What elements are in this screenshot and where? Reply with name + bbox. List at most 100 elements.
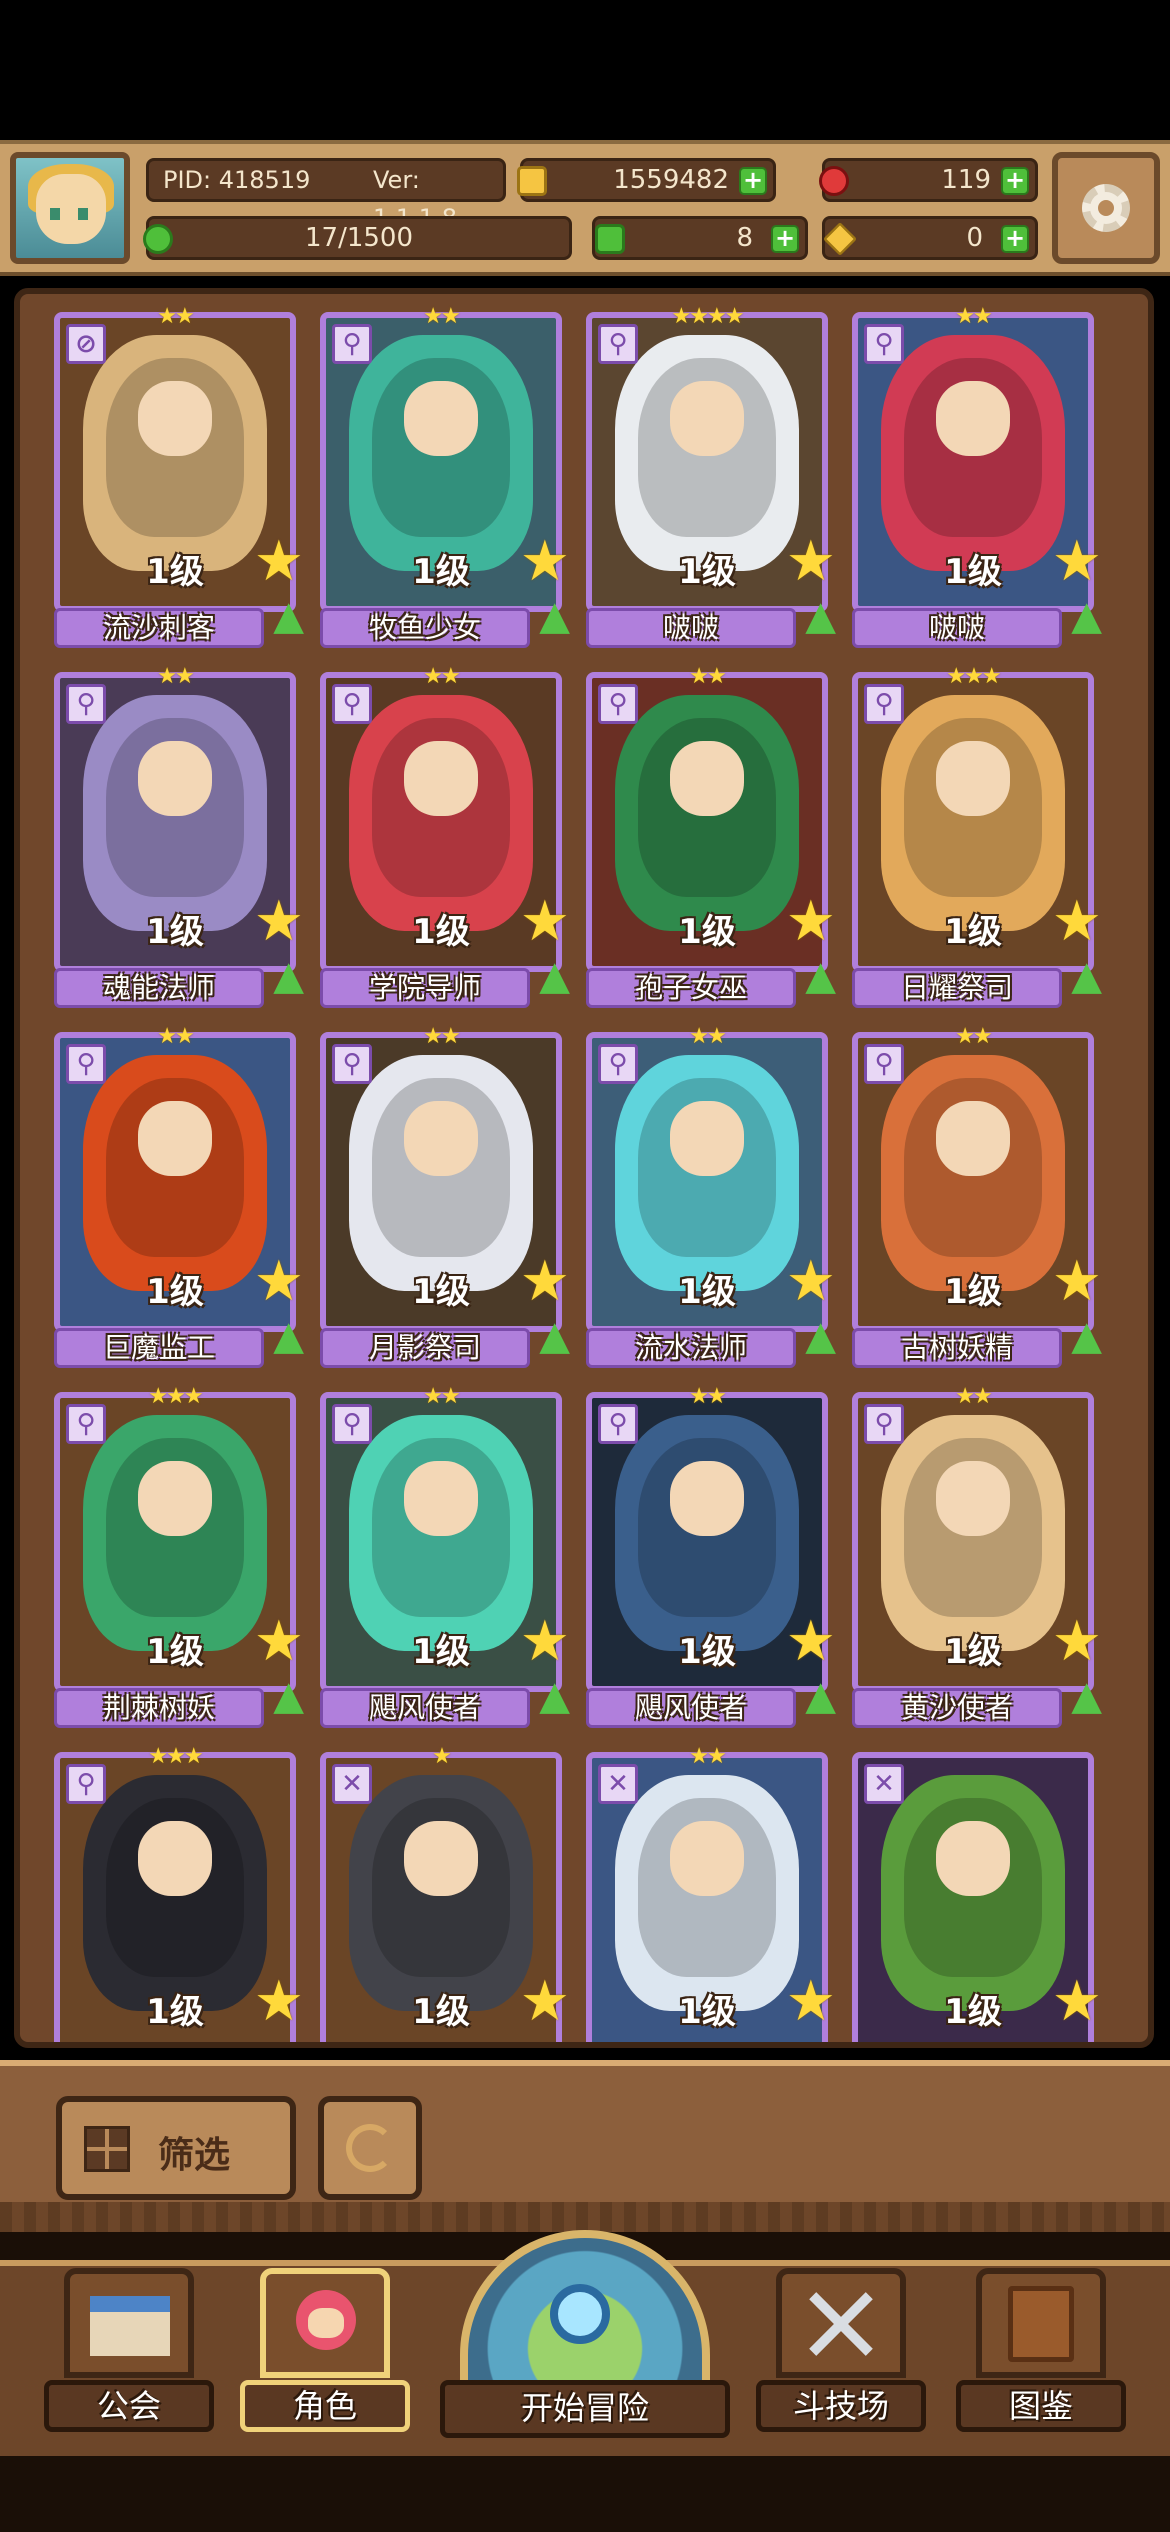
rarity-stars: ★★ <box>423 1024 460 1049</box>
portrait-face <box>670 741 744 817</box>
class-type-icon: ⚲ <box>66 1044 106 1084</box>
level-up-arrow-icon: ▲ <box>273 1673 304 1719</box>
rarity-stars: ★★ <box>157 664 194 689</box>
level-up-arrow-icon: ▲ <box>273 2036 304 2042</box>
character-card[interactable]: ⚲ ★★ 1级 ★ 飓风使者 ▲ <box>316 1384 570 1732</box>
class-type-icon: ⚲ <box>332 1404 372 1444</box>
nav-codex[interactable]: 图鉴 <box>956 2268 1126 2444</box>
portrait-face <box>138 381 212 457</box>
character-card[interactable]: ⚲ ★★★ 1级 ★ 日耀祭司 ▲ <box>848 664 1102 1012</box>
character-name: 学院导师 <box>320 968 530 1008</box>
book-icon <box>976 2268 1106 2378</box>
rarity-stars: ★★ <box>955 304 992 329</box>
character-card[interactable]: ⚲ ★★ 1级 ★ 巨魔监工 ▲ <box>50 1024 304 1372</box>
character-card[interactable]: ⚲ ★★ 1级 ★ 黄沙使者 ▲ <box>848 1384 1102 1732</box>
book-cover <box>1008 2286 1074 2362</box>
class-type-icon: ⚲ <box>332 324 372 364</box>
character-card[interactable]: ⊘ ★★ 1级 ★ 流沙刺客 ▲ <box>50 304 304 652</box>
stamina-bar: 17/1500 <box>143 216 572 260</box>
level-up-arrow-icon: ▲ <box>1071 1673 1102 1719</box>
refresh-button[interactable] <box>318 2096 422 2200</box>
character-card[interactable]: ⚲ ★★ 1级 ★ 魂能法师 ▲ <box>50 664 304 1012</box>
class-type-icon: ⊘ <box>66 324 106 364</box>
class-type-icon: ✕ <box>598 1764 638 1804</box>
nav-character[interactable]: 角色 <box>240 2268 410 2444</box>
star-upgrade-icon: ★ <box>519 529 570 594</box>
start-adventure-button[interactable]: 开始冒险 <box>440 2230 730 2440</box>
star-upgrade-icon: ★ <box>253 1249 304 1314</box>
character-card[interactable]: ⚲ ★★★ 1级 ★ 荆棘树妖 ▲ <box>50 1384 304 1732</box>
character-card[interactable]: ✕★1级★▲ <box>316 1744 570 2042</box>
class-type-icon: ⚲ <box>598 1404 638 1444</box>
stamina-text: 17/1500 <box>304 223 413 253</box>
star-upgrade-icon: ★ <box>519 1249 570 1314</box>
filter-button-label: 筛选 <box>158 2135 231 2176</box>
red-gem-icon <box>819 166 849 196</box>
star-upgrade-icon: ★ <box>253 889 304 954</box>
nav-codex-label: 图鉴 <box>956 2380 1126 2432</box>
character-card[interactable]: ⚲ ★★ 1级 ★ 啵啵 ▲ <box>848 304 1102 652</box>
character-name: 飓风使者 <box>586 1688 796 1728</box>
character-card[interactable]: ⚲ ★★ 1级 ★ 飓风使者 ▲ <box>582 1384 836 1732</box>
level-up-arrow-icon: ▲ <box>539 1313 570 1359</box>
rarity-stars: ★★ <box>157 304 194 329</box>
portrait-face <box>404 1461 478 1537</box>
star-upgrade-icon: ★ <box>253 1609 304 1674</box>
character-card[interactable]: ✕★★1级★▲ <box>582 1744 836 2042</box>
crossed-swords-icon <box>776 2268 906 2378</box>
character-card[interactable]: ⚲ ★★ 1级 ★ 学院导师 ▲ <box>316 664 570 1012</box>
refresh-icon <box>346 2124 394 2172</box>
class-type-icon: ⚲ <box>864 324 904 364</box>
level-up-arrow-icon: ▲ <box>805 1673 836 1719</box>
character-card[interactable]: ⚲★★★1级★▲ <box>50 1744 304 2042</box>
character-card[interactable]: ⚲ ★★ 1级 ★ 牧鱼少女 ▲ <box>316 304 570 652</box>
star-upgrade-icon: ★ <box>1051 1249 1102 1314</box>
add-gem-button[interactable]: + <box>1001 167 1029 195</box>
character-card[interactable]: ⚲ ★★ 1级 ★ 孢子女巫 ▲ <box>582 664 836 1012</box>
add-key-button[interactable]: + <box>1001 225 1029 253</box>
clover-icon <box>595 224 625 254</box>
class-type-icon: ⚲ <box>66 1764 106 1804</box>
rarity-stars: ★★ <box>157 1024 194 1049</box>
character-name: 魂能法师 <box>54 968 264 1008</box>
class-type-icon: ⚲ <box>332 684 372 724</box>
character-card[interactable]: ⚲ ★★ 1级 ★ 月影祭司 ▲ <box>316 1024 570 1372</box>
rarity-stars: ★★★ <box>148 1384 203 1409</box>
add-clover-button[interactable]: + <box>771 225 799 253</box>
character-name: 巨魔监工 <box>54 1328 264 1368</box>
nav-arena[interactable]: 斗技场 <box>756 2268 926 2444</box>
rarity-stars: ★★★ <box>946 664 1001 689</box>
rarity-stars: ★★★ <box>148 1744 203 1769</box>
gold-counter: 1559482 + <box>517 158 776 202</box>
character-name: 古树妖精 <box>852 1328 1062 1368</box>
rarity-stars: ★ <box>432 1744 452 1769</box>
level-up-arrow-icon: ▲ <box>805 2036 836 2042</box>
level-up-arrow-icon: ▲ <box>805 1313 836 1359</box>
star-upgrade-icon: ★ <box>785 889 836 954</box>
portrait-face <box>936 381 1010 457</box>
star-upgrade-icon: ★ <box>519 1969 570 2034</box>
star-upgrade-icon: ★ <box>1051 1609 1102 1674</box>
character-card[interactable]: ✕1级★▲ <box>848 1752 1102 2042</box>
character-grid-panel[interactable]: ⊘ ★★ 1级 ★ 流沙刺客 ▲ ⚲ ★★ 1级 ★ 牧鱼少女 ▲ ⚲ ★★★★ 1级 ★ 啵啵 ▲ ⚲ ★★ 1级 ★ 啵… <box>14 288 1154 2048</box>
rarity-stars: ★★ <box>689 664 726 689</box>
class-type-icon: ⚲ <box>864 1044 904 1084</box>
gear-icon <box>1082 184 1130 232</box>
character-name: 月影祭司 <box>320 1328 530 1368</box>
character-card[interactable]: ⚲ ★★ 1级 ★ 古树妖精 ▲ <box>848 1024 1102 1372</box>
portrait-face <box>936 1101 1010 1177</box>
portrait-face <box>138 1821 212 1897</box>
rarity-stars: ★★ <box>955 1384 992 1409</box>
settings-button[interactable] <box>1052 152 1160 264</box>
add-gold-button[interactable]: + <box>739 167 767 195</box>
level-up-arrow-icon: ▲ <box>273 593 304 639</box>
nav-guild[interactable]: 公会 <box>44 2268 214 2444</box>
character-card[interactable]: ⚲ ★★ 1级 ★ 流水法师 ▲ <box>582 1024 836 1372</box>
filter-button[interactable]: 筛选 <box>56 2096 296 2200</box>
key-counter: 0 + <box>822 216 1038 260</box>
character-card[interactable]: ⚲ ★★★★ 1级 ★ 啵啵 ▲ <box>582 304 836 652</box>
player-avatar[interactable] <box>10 152 130 264</box>
rarity-stars: ★★ <box>689 1024 726 1049</box>
building-shape <box>90 2296 170 2356</box>
portrait-face <box>404 1821 478 1897</box>
